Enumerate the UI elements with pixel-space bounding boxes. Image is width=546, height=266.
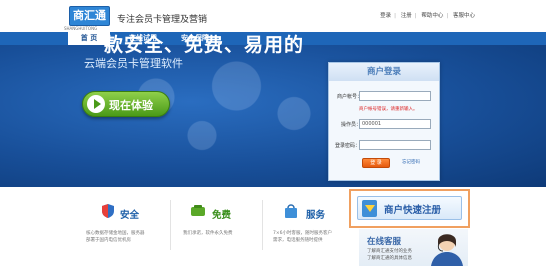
- try-now-button[interactable]: 现在体验: [82, 91, 170, 117]
- login-title: 商户登录: [329, 63, 439, 81]
- hero-headline: 一款安全、免费、易用的: [84, 34, 305, 56]
- support-link[interactable]: 客服中心: [453, 13, 475, 19]
- divider: [262, 200, 263, 250]
- quick-register-button[interactable]: 商户快速注册: [357, 196, 462, 220]
- help-link[interactable]: 帮助中心: [421, 13, 443, 19]
- forgot-password-link[interactable]: 忘记密码: [402, 159, 420, 165]
- support-title: 在线客服: [367, 237, 402, 247]
- hero-subline: 云端会员卡管理软件: [84, 57, 183, 70]
- login-button[interactable]: 登 录: [362, 158, 390, 168]
- feature-desc: 需求，电话服务随时提供: [273, 238, 323, 243]
- feature-desc: 我们承诺，软件永久免费: [183, 231, 233, 236]
- merchant-input[interactable]: [359, 91, 431, 101]
- download-arrow-icon: [362, 200, 377, 217]
- top-links: 登录 | 注册 | 帮助中心 | 客服中心: [380, 11, 475, 19]
- login-link[interactable]: 登录: [380, 13, 391, 19]
- operator-input[interactable]: 000001: [359, 119, 431, 129]
- support-desc: 了解商汇通支付的业务: [367, 249, 412, 254]
- merchant-error: 商户帐号错误，请重新输入。: [359, 107, 418, 112]
- hero-banner: [0, 45, 546, 187]
- feature-desc: 部署于国内电信优机房: [86, 238, 131, 243]
- separator: |: [446, 13, 449, 19]
- separator: |: [414, 13, 417, 19]
- feature-title: 安全: [120, 210, 140, 221]
- feature-desc: 核心数据存储金地国，服务器: [86, 231, 145, 236]
- feature-desc: 7×6小时客服，随时服务客户: [273, 231, 332, 236]
- operator-label: 操作员：: [341, 122, 362, 128]
- support-agent-icon: [431, 234, 463, 266]
- shopping-bag-icon: [285, 204, 297, 218]
- register-link[interactable]: 注册: [401, 13, 412, 19]
- top-header: 商汇通 SHANGHUITONG 专注会员卡管理及营销 登录 | 注册 | 帮助中心…: [0, 0, 546, 32]
- quick-register-label: 商户快速注册: [384, 205, 442, 216]
- feature-title: 服务: [306, 210, 326, 221]
- feature-title: 免费: [212, 210, 232, 221]
- free-tag-icon: [191, 205, 205, 216]
- divider: [170, 200, 171, 250]
- try-now-label: 现在体验: [109, 99, 153, 112]
- logo[interactable]: 商汇通: [69, 6, 110, 26]
- arrow-right-icon: [87, 95, 105, 113]
- page: 商汇通 SHANGHUITONG 专注会员卡管理及营销 登录 | 注册 | 帮助中心…: [0, 0, 546, 266]
- separator: |: [394, 13, 396, 19]
- merchant-login-box: 商户登录 商户帐号： 商户帐号错误，请重新输入。 操作员： 000001 登录密…: [328, 62, 440, 181]
- slogan: 专注会员卡管理及营销: [117, 15, 208, 25]
- support-desc: 了解商汇通的具体信息: [367, 256, 412, 261]
- shield-icon: [102, 204, 114, 218]
- password-label: 登录密码：: [335, 143, 361, 149]
- password-input[interactable]: [359, 140, 431, 150]
- quick-register-box: 商户快速注册: [349, 189, 470, 228]
